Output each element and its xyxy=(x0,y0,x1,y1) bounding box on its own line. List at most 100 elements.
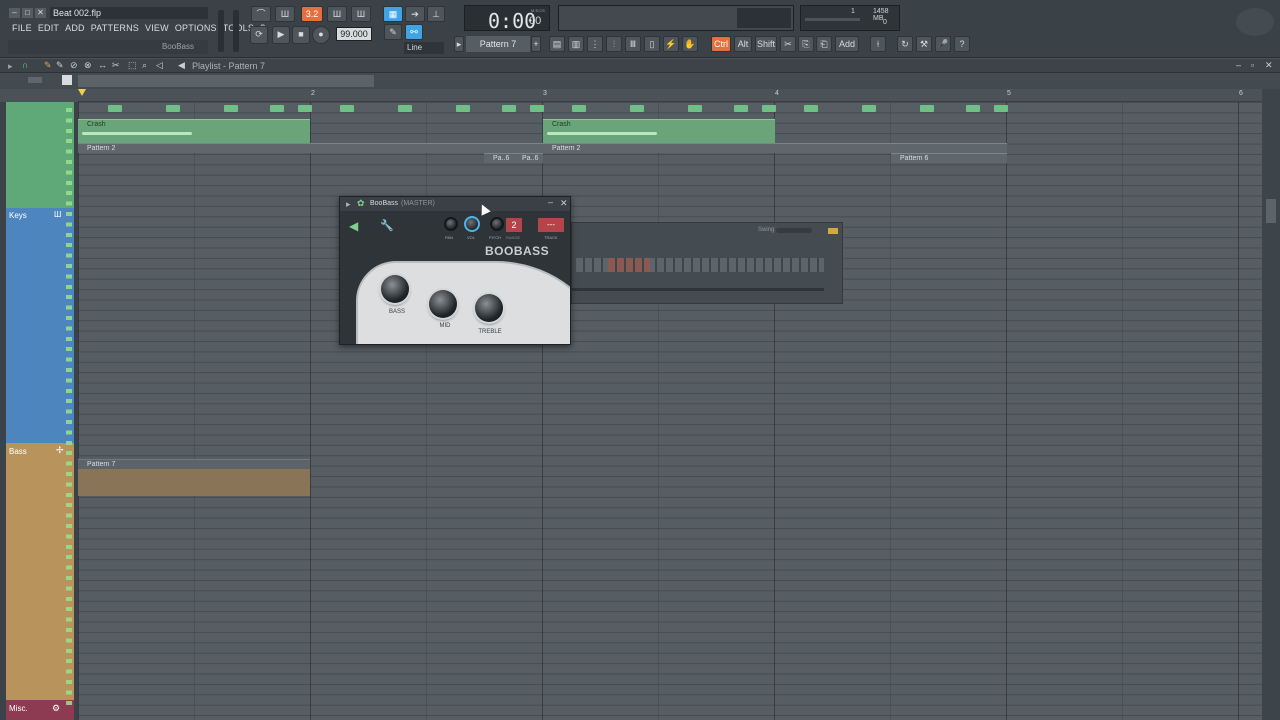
undo-icon[interactable]: ↻ xyxy=(897,36,913,52)
minimize-icon[interactable]: – xyxy=(9,8,20,18)
note[interactable] xyxy=(994,105,1008,112)
note[interactable] xyxy=(966,105,980,112)
wrench-icon[interactable]: 🔧 xyxy=(380,219,394,232)
delete-tool-icon[interactable]: ⊘ xyxy=(70,60,78,71)
paint-tool-icon[interactable]: ✎ xyxy=(56,60,64,71)
note[interactable] xyxy=(502,105,516,112)
pattern-clip-pattern-6[interactable]: Pattern 6 xyxy=(891,153,1007,163)
zoom-horizontal-icon[interactable] xyxy=(28,77,42,83)
pitch-knob[interactable] xyxy=(490,217,504,231)
step-sequencer-active-steps[interactable] xyxy=(608,258,650,272)
note[interactable] xyxy=(862,105,876,112)
step-edit-icon[interactable]: ➔ xyxy=(405,6,425,22)
overview-scrollbar[interactable] xyxy=(78,75,374,87)
note[interactable] xyxy=(166,105,180,112)
pattern-add-icon[interactable]: + xyxy=(531,36,541,52)
close-icon[interactable]: ✕ xyxy=(35,8,46,18)
cut-icon[interactable]: ✂ xyxy=(780,36,796,52)
note[interactable] xyxy=(630,105,644,112)
piano-roll-icon[interactable]: ▥ xyxy=(568,36,584,52)
touch-controller-icon[interactable]: ✋ xyxy=(682,36,698,52)
bass-knob[interactable] xyxy=(381,275,409,303)
pattern-selector[interactable]: Pattern 7 xyxy=(466,36,530,52)
pattern-clip-pattern-6[interactable]: Pa..6 xyxy=(513,153,543,163)
drums-track-group[interactable] xyxy=(6,102,74,208)
mid-knob[interactable] xyxy=(429,290,457,318)
playhead-marker-icon[interactable] xyxy=(78,89,86,96)
treble-knob[interactable] xyxy=(475,294,503,322)
help-icon[interactable]: ? xyxy=(954,36,970,52)
timeline-ruler[interactable]: 2 3 4 5 6 xyxy=(78,89,1262,102)
vertical-scroll-thumb[interactable] xyxy=(1266,199,1276,223)
note[interactable] xyxy=(572,105,586,112)
master-volume-slider[interactable] xyxy=(218,10,224,52)
note[interactable] xyxy=(688,105,702,112)
note[interactable] xyxy=(734,105,748,112)
playlist-grid[interactable]: Crash Crash Pattern 2 Pattern 2 Pa..6 Pa… xyxy=(78,102,1262,720)
note[interactable] xyxy=(530,105,544,112)
audio-clip-crash[interactable]: Crash xyxy=(543,119,775,143)
copy-icon[interactable]: ⎘ xyxy=(798,36,814,52)
note[interactable] xyxy=(270,105,284,112)
typing-keyboard-icon[interactable]: ▦ xyxy=(383,6,403,22)
pattern-clip-pattern-2[interactable]: Pattern 2 xyxy=(543,143,1007,153)
volume-knob[interactable] xyxy=(464,216,480,232)
playlist-icon[interactable]: ▤ xyxy=(549,36,565,52)
select-tool-icon[interactable]: ⬚ xyxy=(128,60,137,71)
play-icon[interactable]: ▶ xyxy=(272,26,290,44)
microphone-icon[interactable]: 🎤 xyxy=(935,36,951,52)
misc-track-group[interactable]: Misc. ⚙ xyxy=(6,700,74,720)
mixer-icon[interactable]: ⫶ xyxy=(606,36,622,52)
bass-track-group[interactable]: Bass ✢ xyxy=(6,443,74,700)
menu-options[interactable]: OPTIONS xyxy=(175,23,217,33)
keyboard-toggle-icon[interactable] xyxy=(62,75,72,85)
metronome-icon[interactable]: ⌒ xyxy=(251,6,271,22)
channel-rack-window[interactable]: Swing xyxy=(571,222,843,304)
note[interactable] xyxy=(398,105,412,112)
snap-selector[interactable]: Line xyxy=(404,42,444,54)
plugin-gear-icon[interactable]: ✿ xyxy=(357,198,365,209)
channel-rack-scroll[interactable] xyxy=(572,288,824,291)
slip-tool-icon[interactable]: ↔ xyxy=(98,60,107,70)
menu-patterns[interactable]: PATTERNS xyxy=(91,23,139,33)
plugin-close-icon[interactable]: ✕ xyxy=(560,198,568,209)
master-pitch-slider[interactable] xyxy=(233,10,239,52)
menu-file[interactable]: FILE xyxy=(12,23,32,33)
plugin-menu-icon[interactable]: ▸ xyxy=(346,199,351,210)
plugin-picker-icon[interactable]: ⚡ xyxy=(663,36,679,52)
mixer-alt-icon[interactable]: Ⅲ xyxy=(625,36,641,52)
loop-record-icon[interactable]: Ш xyxy=(351,6,371,22)
slice-tool-icon[interactable]: ✂ xyxy=(112,60,120,71)
note[interactable] xyxy=(762,105,776,112)
blend-icon[interactable]: Ш xyxy=(327,6,347,22)
maximize-icon[interactable]: □ xyxy=(22,8,33,18)
menu-edit[interactable]: EDIT xyxy=(38,23,59,33)
channel-rack-icon[interactable]: ⋮ xyxy=(587,36,603,52)
alt-button[interactable]: Alt xyxy=(734,36,752,52)
track-mute-leds[interactable] xyxy=(66,108,72,708)
plugin-power-icon[interactable]: ◀ xyxy=(349,219,358,233)
pattern-clip-pattern-7[interactable]: Pattern 7 xyxy=(78,459,310,496)
note[interactable] xyxy=(340,105,354,112)
note[interactable] xyxy=(108,105,122,112)
pencil-icon[interactable]: ✎ xyxy=(384,24,402,40)
plugin-titlebar[interactable]: ▸ ✿ BooBass (MASTER) – ✕ xyxy=(340,197,570,211)
graph-editor-icon[interactable] xyxy=(828,228,838,234)
stop-icon[interactable]: ■ xyxy=(292,26,310,44)
pattern-clip-pattern-2[interactable]: Pattern 2 xyxy=(78,143,543,153)
playback-tool-icon[interactable]: ◁ xyxy=(156,60,163,71)
record-icon[interactable]: ● xyxy=(312,26,330,44)
shift-button[interactable]: Shift xyxy=(755,36,777,52)
zoom-tool-icon[interactable]: ⌕ xyxy=(142,60,147,71)
magnet-icon[interactable]: ∩ xyxy=(22,60,28,70)
pattern-prev-icon[interactable]: ▸ xyxy=(454,36,464,52)
menu-view[interactable]: VIEW xyxy=(145,23,169,33)
ctrl-button[interactable]: Ctrl xyxy=(711,36,731,52)
mute-tool-icon[interactable]: ⊗ xyxy=(84,60,92,71)
tempo-display[interactable]: 99.000 xyxy=(336,27,372,41)
boobass-plugin-window[interactable]: ▸ ✿ BooBass (MASTER) – ✕ ◀ 🔧 PAN VOL PIT… xyxy=(339,196,571,345)
draw-tool-icon[interactable]: ✎ xyxy=(44,60,52,71)
note[interactable] xyxy=(224,105,238,112)
song-mode-icon[interactable]: ⟳ xyxy=(250,26,268,44)
plugin-minimize-icon[interactable]: – xyxy=(548,197,553,207)
